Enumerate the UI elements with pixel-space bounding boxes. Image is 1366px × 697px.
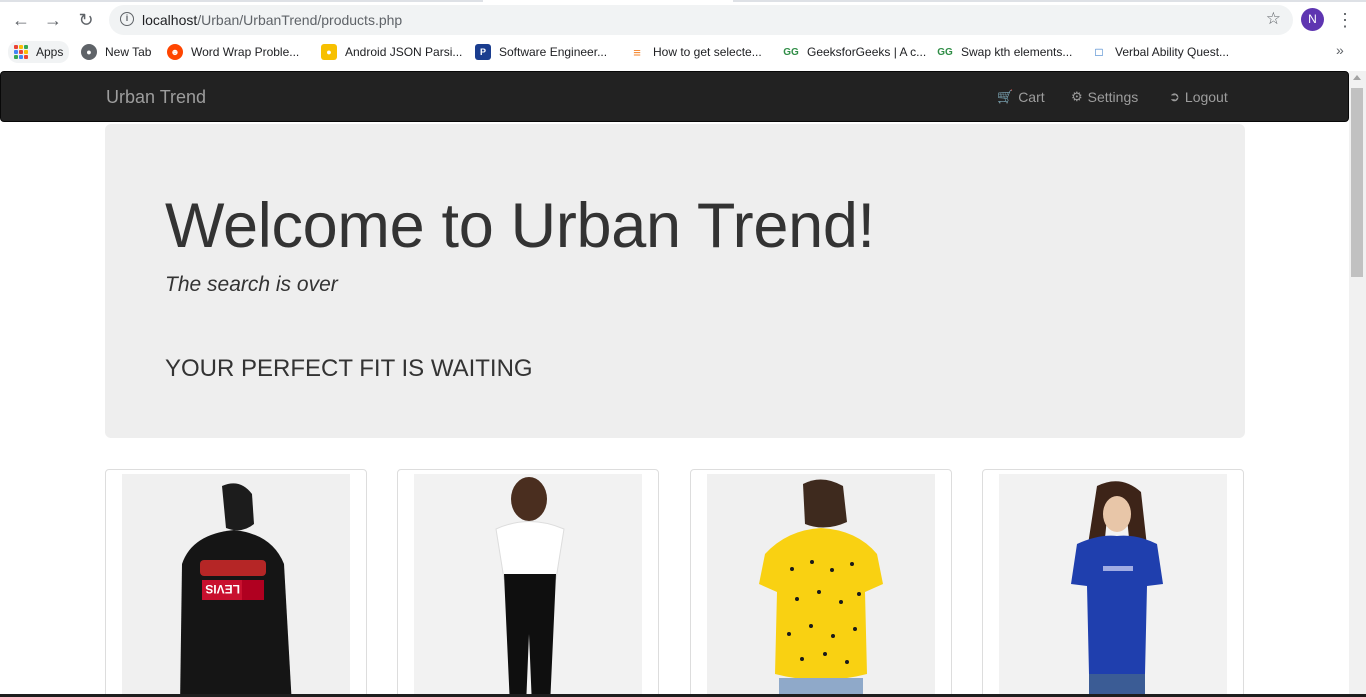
bookmark-android-json[interactable]: ● Android JSON Parsi...	[321, 42, 462, 62]
apps-grid-icon	[14, 45, 28, 59]
indiabix-icon: □	[1091, 44, 1107, 60]
p-logo-icon: P	[475, 44, 491, 60]
address-bar[interactable]: i localhost/Urban/UrbanTrend/products.ph…	[109, 5, 1293, 35]
product-image[interactable]	[999, 474, 1227, 697]
svg-text:LEVIS: LEVIS	[205, 582, 240, 596]
page-scrollbar[interactable]	[1349, 71, 1366, 697]
menu-dots-icon[interactable]: ⋮	[1336, 9, 1354, 31]
cart-icon: 🛒	[997, 89, 1014, 104]
nav-logout-link[interactable]: ➲ Logout	[1169, 89, 1228, 105]
nav-link-label: Logout	[1184, 89, 1228, 105]
jumbotron: Welcome to Urban Trend! The search is ov…	[105, 124, 1245, 438]
nav-link-label: Cart	[1018, 89, 1045, 105]
site-brand[interactable]: Urban Trend	[106, 87, 206, 108]
bookmark-word-wrap[interactable]: ☻ Word Wrap Proble...	[167, 42, 299, 62]
bookmark-geeksforgeeks[interactable]: GG GeeksforGeeks | A c...	[783, 42, 926, 62]
hero-subtitle: YOUR PERFECT FIT IS WAITING	[165, 355, 533, 382]
bookmarks-bar: Apps ● New Tab ☻ Word Wrap Proble... ● A…	[0, 38, 1366, 66]
product-image[interactable]: LEVIS	[122, 474, 350, 697]
gfg-icon: GG	[937, 44, 953, 60]
site-navbar: Urban Trend 🛒 Cart ⚙ Settings ➲ Logout	[0, 71, 1349, 122]
bookmark-label: Software Engineer...	[499, 45, 608, 59]
bookmark-yellow-icon: ●	[321, 44, 337, 60]
product-image[interactable]	[414, 474, 642, 697]
hero-tagline: The search is over	[165, 273, 338, 296]
product-card[interactable]	[397, 469, 659, 697]
product-card[interactable]	[690, 469, 952, 697]
star-icon[interactable]: ☆	[1266, 9, 1281, 29]
bookmark-verbal-ability[interactable]: □ Verbal Ability Quest...	[1091, 42, 1229, 62]
product-photo-yellow-tee	[707, 474, 935, 697]
bookmark-label: New Tab	[105, 45, 152, 59]
globe-icon: ●	[81, 44, 97, 60]
page-viewport: Urban Trend 🛒 Cart ⚙ Settings ➲ Logout W…	[0, 71, 1349, 697]
bookmark-how-to-get[interactable]: ≡ How to get selecte...	[629, 42, 762, 62]
bookmark-new-tab[interactable]: ● New Tab	[81, 42, 151, 62]
product-photo-hoodie: LEVIS	[122, 474, 350, 697]
hero-title: Welcome to Urban Trend!	[165, 191, 875, 261]
nav-link-label: Settings	[1087, 89, 1139, 105]
nav-settings-link[interactable]: ⚙ Settings	[1071, 89, 1138, 105]
product-photo-blue-tee	[999, 474, 1227, 697]
chevron-right-icon[interactable]: »	[1336, 42, 1344, 58]
bookmark-label: Swap kth elements...	[961, 45, 1073, 59]
bookmark-software-engineer[interactable]: P Software Engineer...	[475, 42, 607, 62]
gfg-icon: GG	[783, 44, 799, 60]
url-text[interactable]: localhost/Urban/UrbanTrend/products.php	[142, 12, 402, 28]
profile-avatar[interactable]: N	[1301, 8, 1324, 31]
reddit-icon: ☻	[167, 44, 183, 60]
nav-cart-link[interactable]: 🛒 Cart	[997, 89, 1045, 105]
url-path: /Urban/UrbanTrend/products.php	[197, 12, 403, 28]
scroll-thumb[interactable]	[1351, 88, 1363, 277]
bookmark-label: Apps	[36, 45, 64, 59]
product-card[interactable]: LEVIS	[105, 469, 367, 697]
tab-strip	[0, 0, 1366, 2]
bookmark-label: How to get selecte...	[653, 45, 762, 59]
bookmark-label: Verbal Ability Quest...	[1115, 45, 1230, 59]
bookmark-label: Android JSON Parsi...	[345, 45, 463, 59]
stackoverflow-icon: ≡	[629, 44, 645, 60]
product-photo-white-shirt	[414, 474, 642, 697]
bookmark-swap-kth[interactable]: GG Swap kth elements...	[937, 42, 1072, 62]
info-icon[interactable]: i	[120, 12, 134, 26]
back-icon[interactable]: ←	[9, 8, 33, 32]
bookmark-label: Word Wrap Proble...	[191, 45, 300, 59]
reload-icon[interactable]: ↻	[74, 8, 98, 32]
bookmark-label: GeeksforGeeks | A c...	[807, 45, 927, 59]
bookmark-apps[interactable]: Apps	[8, 41, 70, 63]
scroll-up-icon[interactable]	[1353, 75, 1361, 80]
url-host: localhost	[142, 12, 198, 28]
logout-icon: ➲	[1169, 89, 1180, 104]
gear-icon: ⚙	[1071, 89, 1083, 104]
browser-chrome: ← → ↻ i localhost/Urban/UrbanTrend/produ…	[0, 0, 1366, 71]
forward-icon[interactable]: →	[41, 8, 65, 32]
product-image[interactable]	[707, 474, 935, 697]
product-card[interactable]	[982, 469, 1244, 697]
